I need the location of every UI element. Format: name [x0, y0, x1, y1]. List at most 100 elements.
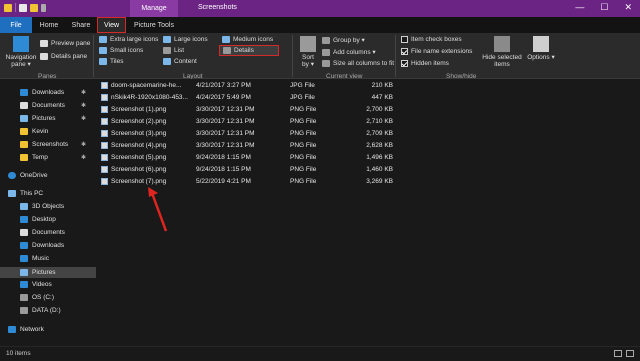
nav-item-os-c[interactable]: OS (C:): [20, 294, 54, 301]
minimize-button[interactable]: —: [575, 2, 584, 13]
nav-item-pc-downloads[interactable]: Downloads: [20, 242, 64, 249]
network-icon: [8, 326, 16, 333]
nav-item-videos[interactable]: Videos: [20, 281, 52, 288]
preview-pane-button[interactable]: Preview pane: [40, 40, 90, 47]
table-row[interactable]: Screenshot (1).png 3/30/2017 12:31 PM PN…: [98, 104, 428, 115]
nav-item-label: OS (C:): [32, 294, 55, 301]
nav-item-temp[interactable]: Temp: [20, 154, 48, 161]
tab-file[interactable]: File: [0, 17, 32, 33]
item-check-boxes-toggle[interactable]: Item check boxes: [401, 36, 462, 43]
nav-item-documents[interactable]: Documents: [20, 102, 65, 109]
nav-item-kevin[interactable]: Kevin: [20, 128, 48, 135]
group-by-button[interactable]: Group by ▾: [322, 36, 365, 44]
image-file-icon: [101, 118, 108, 125]
tab-picture-tools[interactable]: Picture Tools: [130, 17, 178, 33]
nav-item-onedrive[interactable]: OneDrive: [8, 172, 47, 179]
layout-small-icons[interactable]: Small icons: [99, 47, 143, 54]
options-icon: [533, 36, 549, 52]
sort-icon: [300, 36, 316, 52]
sort-by-button[interactable]: Sort by ▾: [298, 36, 318, 68]
navigation-pane-button[interactable]: Navigation pane ▾: [5, 36, 37, 68]
image-file-icon: [101, 94, 108, 101]
file-type: PNG File: [290, 106, 317, 113]
file-name-extensions-checkbox[interactable]: [401, 48, 408, 55]
status-bar: 10 items: [0, 346, 640, 361]
folder-icon[interactable]: [4, 3, 12, 12]
tab-share[interactable]: Share: [66, 17, 96, 33]
file-size: 2,700 KB: [366, 106, 393, 113]
folder-icon: [20, 141, 28, 148]
file-name: Screenshot (4).png: [111, 142, 167, 149]
nav-item-3d-objects[interactable]: 3D Objects: [20, 203, 64, 210]
layout-medium-icons[interactable]: Medium icons: [222, 36, 273, 43]
window-title: Screenshots: [198, 4, 237, 11]
cube-icon: [20, 203, 28, 210]
hidden-items-toggle[interactable]: Hidden items: [401, 60, 449, 67]
file-type: PNG File: [290, 142, 317, 149]
image-file-icon: [101, 166, 108, 173]
nav-item-network[interactable]: Network: [8, 326, 44, 333]
item-count: 10 items: [6, 350, 31, 357]
nav-item-screenshots[interactable]: Screenshots: [20, 141, 68, 148]
annotation-arrow-icon: [148, 187, 168, 232]
table-row[interactable]: Screenshot (6).png 9/24/2018 1:15 PM PNG…: [98, 164, 428, 175]
details-pane-button[interactable]: Details pane: [40, 53, 87, 60]
nav-item-data-d[interactable]: DATA (D:): [20, 307, 61, 314]
nav-item-label: Desktop: [32, 216, 56, 223]
group-by-label: Group by ▾: [333, 37, 365, 44]
table-row[interactable]: Screenshot (5).png 9/24/2018 1:15 PM PNG…: [98, 152, 428, 163]
details-view-icon[interactable]: [614, 350, 622, 357]
close-button[interactable]: ✕: [624, 2, 632, 13]
hide-selected-items-button[interactable]: Hide selected items: [481, 36, 523, 68]
title-bar: Manage Screenshots — ☐ ✕: [0, 0, 640, 17]
options-label: Options ▾: [527, 54, 555, 61]
maximize-button[interactable]: ☐: [600, 2, 608, 13]
tiles-label: Tiles: [110, 58, 124, 65]
layout-large-icons[interactable]: Large icons: [163, 36, 208, 43]
large-icons-view-icon[interactable]: [626, 350, 634, 357]
nav-item-this-pc[interactable]: This PC: [8, 190, 43, 197]
hide-selected-icon: [494, 36, 510, 52]
file-name-extensions-toggle[interactable]: File name extensions: [401, 48, 472, 55]
table-row[interactable]: nSkik4R-1920x1080-453... 4/24/2017 5:49 …: [98, 92, 428, 103]
table-row[interactable]: Screenshot (2).png 3/30/2017 12:31 PM PN…: [98, 116, 428, 127]
options-button[interactable]: Options ▾: [527, 36, 555, 61]
nav-item-music[interactable]: Music: [20, 255, 49, 262]
nav-item-downloads[interactable]: Downloads: [20, 89, 64, 96]
nav-item-label: Pictures: [32, 115, 56, 122]
file-size: 210 KB: [371, 82, 393, 89]
properties-icon[interactable]: [19, 3, 27, 12]
nav-item-desktop[interactable]: Desktop: [20, 216, 56, 223]
table-row[interactable]: Screenshot (4).png 3/30/2017 12:31 PM PN…: [98, 140, 428, 151]
file-size: 2,709 KB: [366, 130, 393, 137]
tab-home[interactable]: Home: [34, 17, 64, 33]
new-folder-icon[interactable]: [30, 3, 38, 12]
chevron-down-icon[interactable]: [41, 3, 46, 12]
layout-tiles[interactable]: Tiles: [99, 58, 123, 65]
file-size: 1,496 KB: [366, 154, 393, 161]
item-check-boxes-checkbox[interactable]: [401, 36, 408, 43]
tab-view[interactable]: View: [97, 17, 126, 33]
add-columns-button[interactable]: Add columns ▾: [322, 48, 376, 56]
file-date: 3/30/2017 12:31 PM: [196, 130, 255, 137]
nav-item-pc-documents[interactable]: Documents: [20, 229, 65, 236]
file-type: JPG File: [290, 94, 315, 101]
hidden-items-checkbox[interactable]: [401, 60, 408, 67]
layout-details[interactable]: Details: [219, 45, 279, 56]
pin-icon: ✱: [80, 142, 86, 148]
layout-list[interactable]: List: [163, 47, 184, 54]
nav-item-pc-pictures[interactable]: Pictures: [0, 267, 96, 278]
desktop-icon: [20, 216, 28, 223]
table-row[interactable]: doom-spacemarine-he... 4/21/2017 3:27 PM…: [98, 80, 428, 91]
table-row[interactable]: Screenshot (3).png 3/30/2017 12:31 PM PN…: [98, 128, 428, 139]
layout-extra-large-icons[interactable]: Extra large icons: [99, 36, 158, 43]
file-name: Screenshot (3).png: [111, 130, 167, 137]
group-separator: [93, 35, 94, 77]
file-date: 9/24/2018 1:15 PM: [196, 154, 251, 161]
layout-content[interactable]: Content: [163, 58, 197, 65]
cloud-icon: [8, 172, 16, 179]
size-all-columns-button[interactable]: Size all columns to fit: [322, 60, 394, 67]
group-by-icon: [322, 36, 330, 44]
nav-item-label: Screenshots: [32, 141, 69, 148]
nav-item-pictures[interactable]: Pictures: [20, 115, 55, 122]
